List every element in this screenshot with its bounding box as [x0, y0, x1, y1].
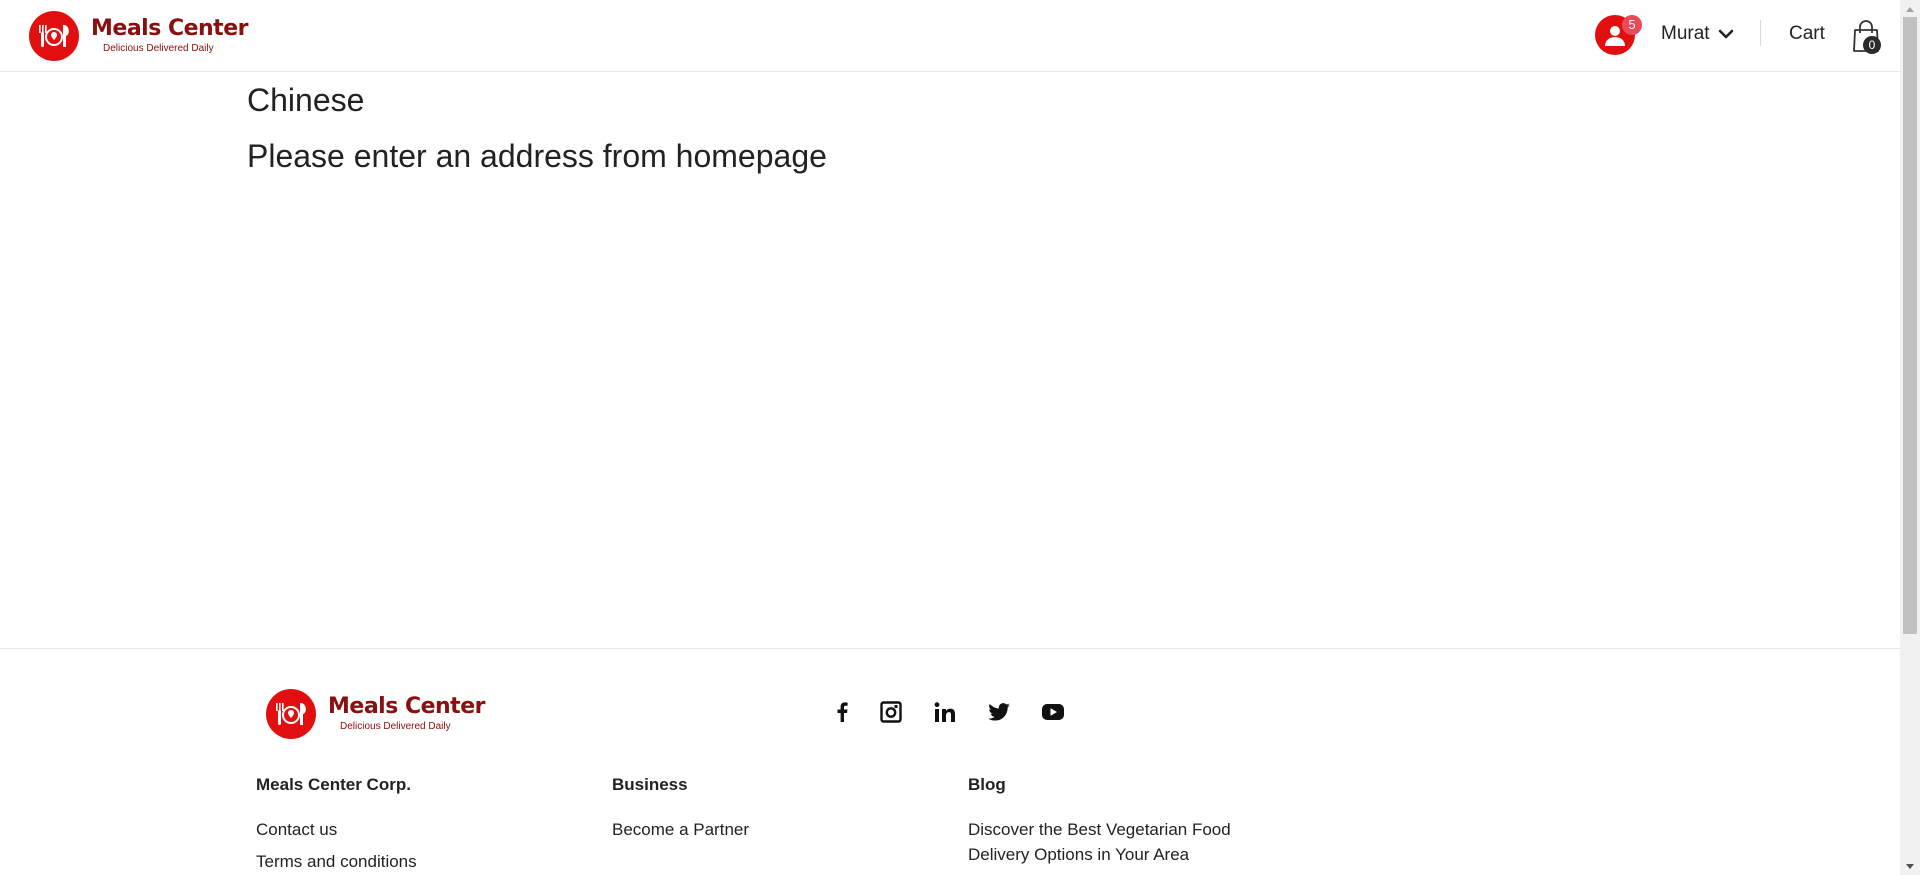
page-title: Chinese — [247, 82, 365, 118]
cart-count-badge: 0 — [1863, 36, 1881, 54]
site-footer: Meals Center Delicious Delivered Daily M… — [0, 648, 1900, 875]
cart-link[interactable]: Cart — [1789, 23, 1825, 45]
footer-link-blog-post[interactable]: Discover the Best Vegetarian Food Delive… — [968, 817, 1258, 867]
footer-link-contact-us[interactable]: Contact us — [256, 817, 337, 842]
logo-name: Meals Center — [328, 694, 485, 719]
page-viewport: Meals Center Delicious Delivered Daily 5… — [0, 0, 1900, 875]
linkedin-icon[interactable] — [932, 699, 958, 725]
logo-icon — [266, 689, 316, 739]
header-divider — [1760, 20, 1761, 46]
footer-heading-business: Business — [612, 775, 688, 794]
footer-link-terms[interactable]: Terms and conditions — [256, 849, 417, 874]
twitter-icon[interactable] — [986, 699, 1012, 725]
facebook-icon[interactable] — [829, 699, 855, 725]
address-required-message: Please enter an address from homepage — [247, 138, 827, 174]
scroll-down-arrow-icon[interactable] — [1900, 858, 1920, 875]
footer-heading-corp: Meals Center Corp. — [256, 775, 411, 794]
instagram-icon[interactable] — [878, 699, 904, 725]
logo-icon — [29, 11, 79, 61]
footer-logo[interactable]: Meals Center Delicious Delivered Daily — [266, 689, 485, 739]
vertical-scrollbar[interactable] — [1900, 0, 1920, 875]
youtube-icon[interactable] — [1040, 699, 1066, 725]
notification-badge: 5 — [1622, 15, 1642, 35]
scrollbar-thumb[interactable] — [1903, 17, 1917, 634]
site-header: Meals Center Delicious Delivered Daily 5… — [0, 0, 1900, 72]
footer-link-become-partner[interactable]: Become a Partner — [612, 817, 749, 842]
logo-name: Meals Center — [91, 16, 248, 41]
scroll-up-arrow-icon[interactable] — [1900, 0, 1920, 17]
footer-heading-blog: Blog — [968, 775, 1006, 794]
header-logo[interactable]: Meals Center Delicious Delivered Daily — [29, 11, 248, 61]
logo-tagline: Delicious Delivered Daily — [340, 721, 451, 732]
logo-tagline: Delicious Delivered Daily — [103, 43, 214, 54]
chevron-down-icon[interactable] — [1718, 26, 1734, 42]
user-menu-name[interactable]: Murat — [1661, 23, 1710, 45]
